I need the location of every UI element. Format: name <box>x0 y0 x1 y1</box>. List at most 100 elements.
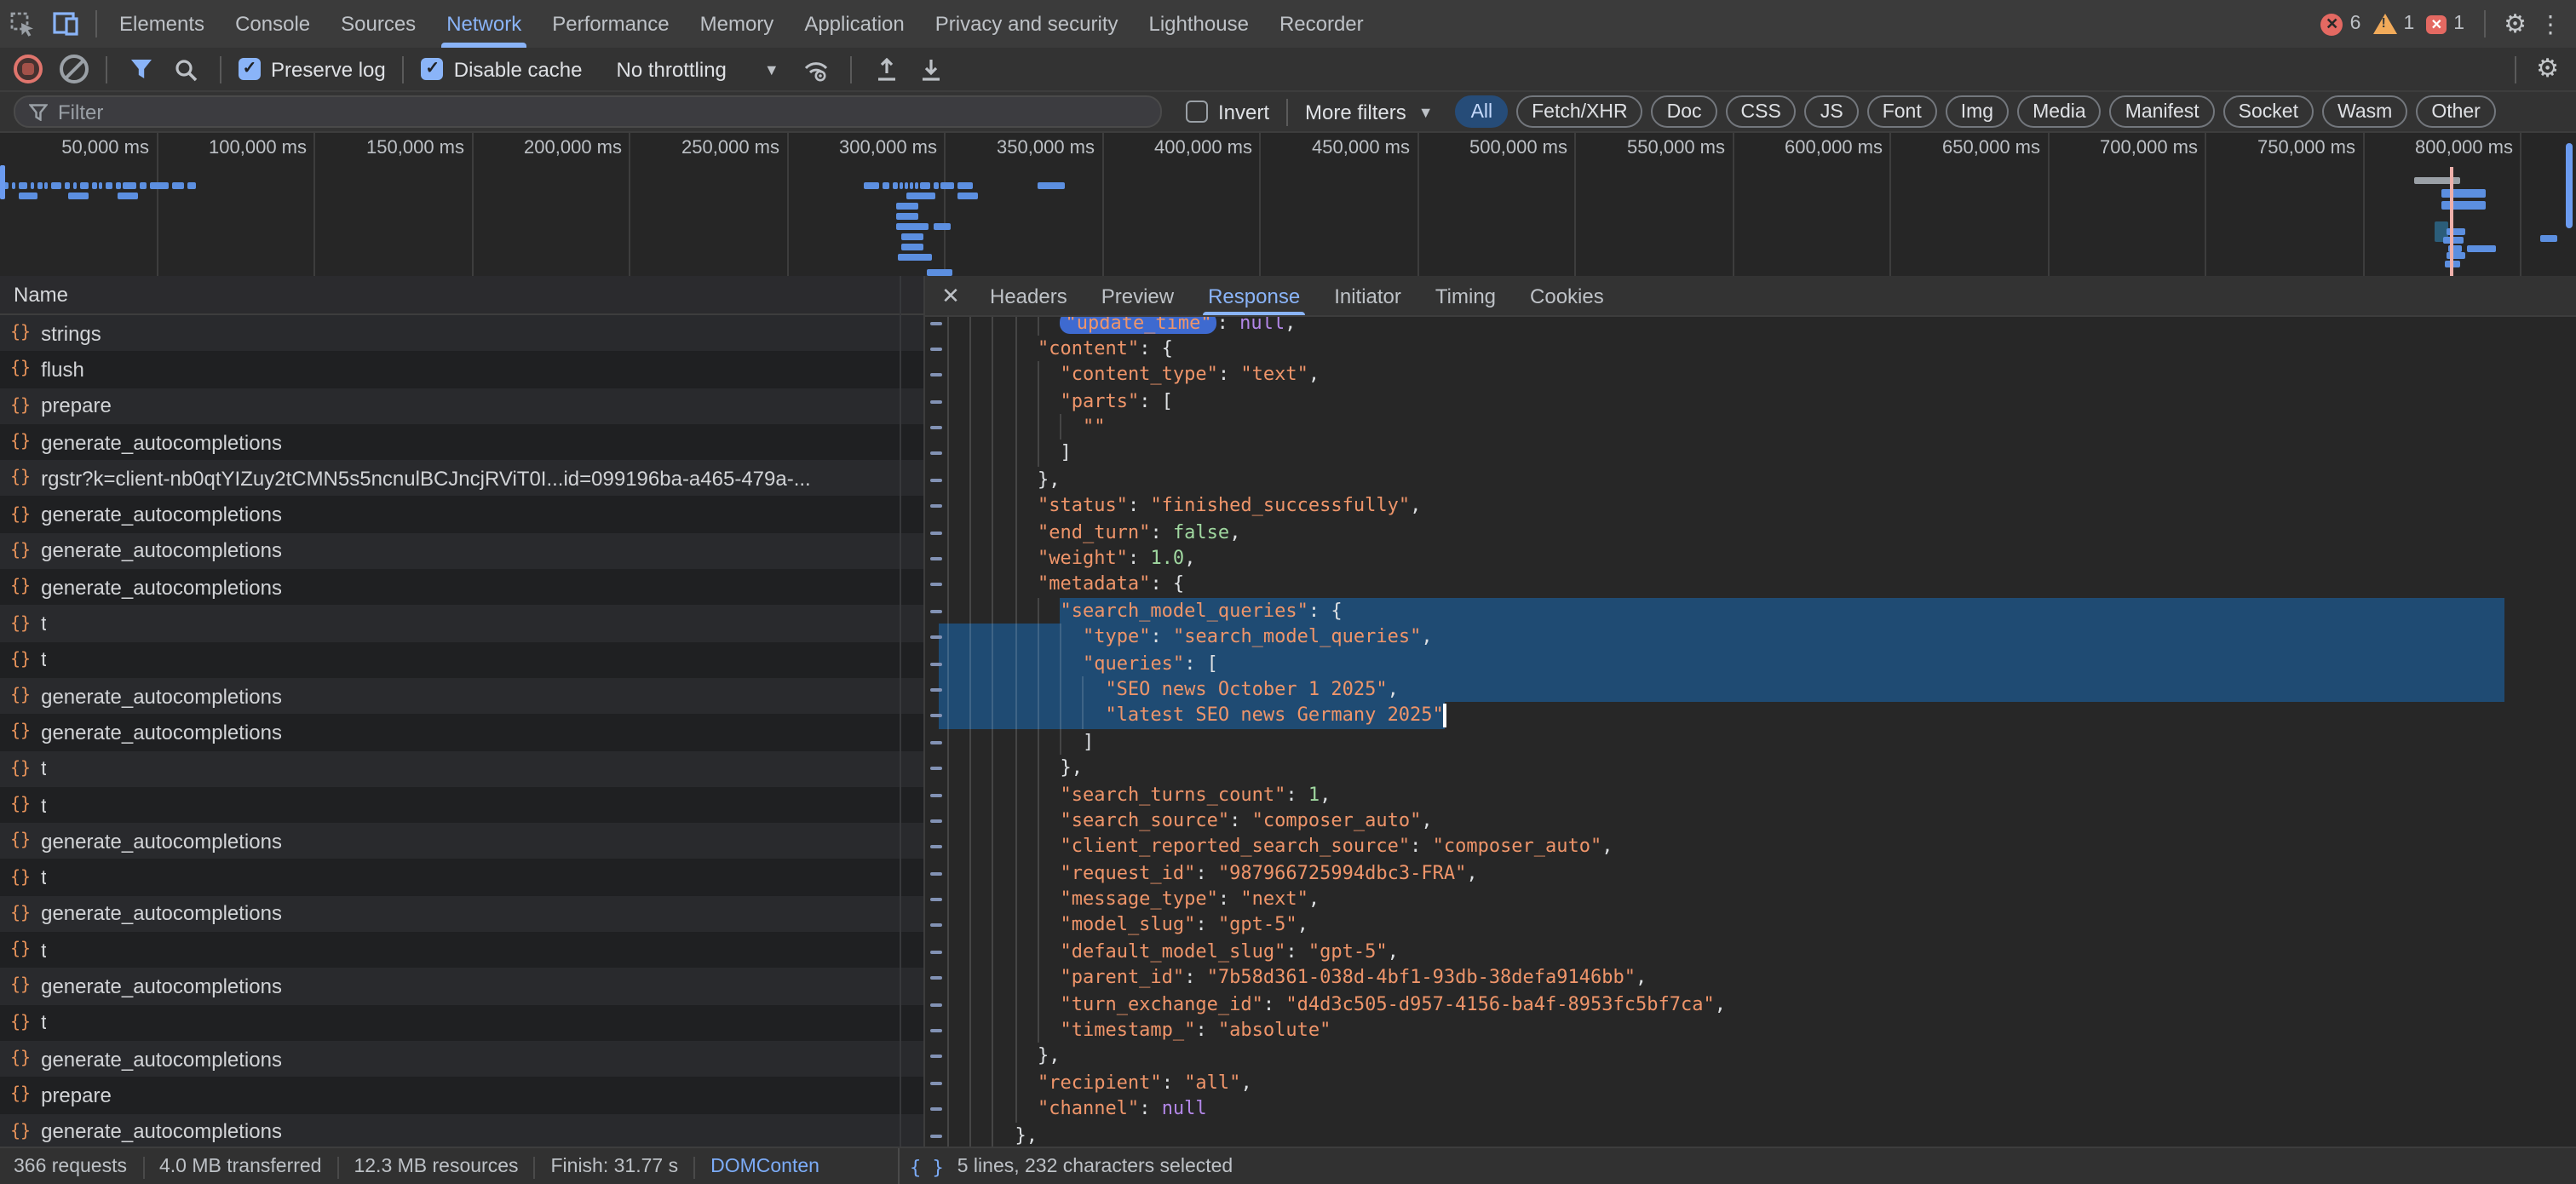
request-row[interactable]: {}generate_autocompletions <box>0 823 923 859</box>
preserve-log-checkbox[interactable]: ✓ <box>239 58 261 80</box>
fold-marker-icon[interactable] <box>930 583 942 587</box>
filter-pill-js[interactable]: JS <box>1805 95 1859 128</box>
tab-performance[interactable]: Performance <box>537 1 684 47</box>
request-row[interactable]: {}generate_autocompletions <box>0 968 923 1005</box>
more-filters-arrow-icon[interactable]: ▼ <box>1418 103 1434 120</box>
request-row[interactable]: {}generate_autocompletions <box>0 1041 923 1078</box>
fold-marker-icon[interactable] <box>930 557 942 560</box>
throttling-select[interactable]: No throttling <box>617 57 727 81</box>
request-row[interactable]: {}t <box>0 787 923 824</box>
tab-network[interactable]: Network <box>431 1 537 47</box>
tab-console[interactable]: Console <box>220 1 325 47</box>
detail-tab-response[interactable]: Response <box>1191 276 1317 315</box>
filter-pill-all[interactable]: All <box>1456 95 1509 128</box>
fold-marker-icon[interactable] <box>930 977 942 980</box>
preserve-log-label[interactable]: Preserve log <box>271 57 386 81</box>
request-row[interactable]: {}generate_autocompletions <box>0 497 923 533</box>
filter-pill-other[interactable]: Other <box>2416 95 2496 128</box>
request-row[interactable]: {}t <box>0 641 923 678</box>
name-column-header[interactable]: Name <box>14 283 68 307</box>
fold-marker-icon[interactable] <box>930 452 942 456</box>
fold-marker-icon[interactable] <box>930 1029 942 1032</box>
detail-tab-timing[interactable]: Timing <box>1418 276 1513 315</box>
tab-lighthouse[interactable]: Lighthouse <box>1134 1 1264 47</box>
fold-marker-icon[interactable] <box>930 871 942 875</box>
network-conditions-icon[interactable] <box>800 52 834 86</box>
fold-marker-icon[interactable] <box>930 1107 942 1111</box>
fold-marker-icon[interactable] <box>930 924 942 928</box>
tab-memory[interactable]: Memory <box>685 1 790 47</box>
request-row[interactable]: {}rgstr?k=client-nb0qtYIZuy2tCMN5s5ncnul… <box>0 460 923 497</box>
record-button[interactable] <box>14 55 43 83</box>
request-row[interactable]: {}prepare <box>0 1077 923 1113</box>
warning-badge[interactable]: 1 <box>2372 14 2414 34</box>
error-badge[interactable]: ✕ 6 <box>2321 13 2361 35</box>
filter-pill-socket[interactable]: Socket <box>2223 95 2314 128</box>
clear-button[interactable] <box>60 55 89 83</box>
network-overview[interactable]: 50,000 ms100,000 ms150,000 ms200,000 ms2… <box>0 133 2576 278</box>
request-row[interactable]: {}generate_autocompletions <box>0 424 923 461</box>
fold-marker-icon[interactable] <box>930 951 942 954</box>
request-row[interactable]: {}generate_autocompletions <box>0 896 923 933</box>
request-row[interactable]: {}generate_autocompletions <box>0 569 923 606</box>
tab-application[interactable]: Application <box>789 1 919 47</box>
filter-pill-doc[interactable]: Doc <box>1652 95 1717 128</box>
invert-checkbox[interactable] <box>1186 101 1208 123</box>
request-row[interactable]: {}t <box>0 932 923 968</box>
filter-pill-wasm[interactable]: Wasm <box>2322 95 2407 128</box>
detail-tab-preview[interactable]: Preview <box>1084 276 1191 315</box>
more-filters-button[interactable]: More filters <box>1305 100 1406 124</box>
filter-pill-manifest[interactable]: Manifest <box>2110 95 2215 128</box>
fold-marker-icon[interactable] <box>930 399 942 403</box>
fold-marker-icon[interactable] <box>930 610 942 613</box>
detail-tab-initiator[interactable]: Initiator <box>1317 276 1418 315</box>
search-icon[interactable] <box>169 52 203 86</box>
filter-toggle-icon[interactable] <box>124 52 158 86</box>
fold-marker-icon[interactable] <box>930 321 942 325</box>
detail-tab-headers[interactable]: Headers <box>973 276 1084 315</box>
settings-gear-icon[interactable]: ⚙ <box>2504 11 2527 37</box>
fold-marker-icon[interactable] <box>930 374 942 377</box>
fold-marker-icon[interactable] <box>930 635 942 639</box>
request-row[interactable]: {}generate_autocompletions <box>0 533 923 570</box>
disable-cache-label[interactable]: Disable cache <box>454 57 583 81</box>
fold-marker-icon[interactable] <box>930 479 942 482</box>
issues-badge[interactable]: ✕ 1 <box>2426 14 2464 34</box>
overview-scrollbar[interactable] <box>2566 143 2573 228</box>
inspect-element-icon[interactable] <box>0 5 44 43</box>
request-row[interactable]: {}generate_autocompletions <box>0 1113 923 1147</box>
fold-marker-icon[interactable] <box>930 1055 942 1059</box>
request-row[interactable]: {}strings <box>0 315 923 352</box>
filter-pill-img[interactable]: Img <box>1946 95 2009 128</box>
fold-marker-icon[interactable] <box>930 793 942 796</box>
fold-marker-icon[interactable] <box>930 1134 942 1137</box>
more-options-kebab-icon[interactable]: ⋮ <box>2539 9 2562 38</box>
request-list-header[interactable]: Name <box>0 276 923 315</box>
network-settings-gear-icon[interactable]: ⚙ <box>2536 56 2559 82</box>
invert-label[interactable]: Invert <box>1218 100 1269 124</box>
fold-marker-icon[interactable] <box>930 1082 942 1085</box>
response-code-viewer[interactable]: "update_time": null, "content": { "conte… <box>925 317 2576 1147</box>
request-row[interactable]: {}prepare <box>0 388 923 424</box>
request-row[interactable]: {}t <box>0 859 923 896</box>
filter-input[interactable]: Filter <box>14 95 1162 128</box>
request-row[interactable]: {}t <box>0 750 923 787</box>
fold-marker-icon[interactable] <box>930 348 942 351</box>
request-row[interactable]: {}t <box>0 1004 923 1041</box>
fold-marker-icon[interactable] <box>930 688 942 692</box>
tab-elements[interactable]: Elements <box>104 1 220 47</box>
filter-pill-media[interactable]: Media <box>2017 95 2102 128</box>
fold-marker-icon[interactable] <box>930 426 942 429</box>
detail-tab-cookies[interactable]: Cookies <box>1513 276 1621 315</box>
request-row[interactable]: {}flush <box>0 352 923 388</box>
device-toolbar-icon[interactable] <box>44 5 89 43</box>
fold-marker-icon[interactable] <box>930 819 942 823</box>
export-har-icon[interactable] <box>914 52 948 86</box>
close-detail-icon[interactable]: ✕ <box>935 282 966 309</box>
fold-marker-icon[interactable] <box>930 767 942 770</box>
request-row[interactable]: {}generate_autocompletions <box>0 678 923 715</box>
tab-sources[interactable]: Sources <box>325 1 431 47</box>
throttling-dropdown-arrow-icon[interactable]: ▼ <box>764 60 779 78</box>
format-braces-icon[interactable]: { } <box>910 1156 944 1178</box>
fold-marker-icon[interactable] <box>930 504 942 508</box>
